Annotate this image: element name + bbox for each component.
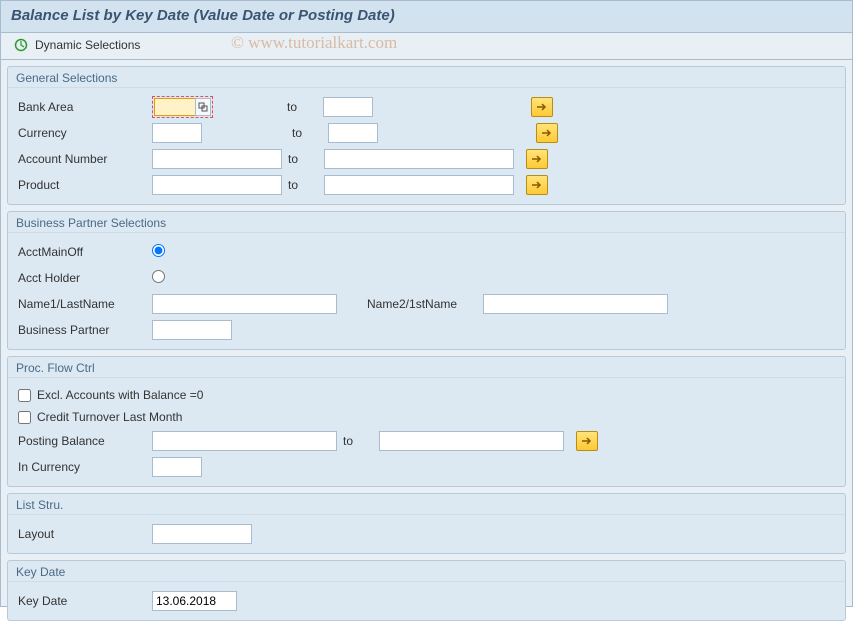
group-title: Proc. Flow Ctrl [8,357,845,377]
label-key-date: Key Date [16,594,146,608]
group-list-stru: List Stru. Layout [7,493,846,554]
posting-balance-from-input[interactable] [152,431,337,451]
acct-main-off-radio[interactable] [152,244,165,257]
layout-input[interactable] [152,524,252,544]
sap-window: © www.tutorialkart.com Balance List by K… [0,0,853,607]
product-to-input[interactable] [324,175,514,195]
to-label: to [292,126,322,140]
group-title: Business Partner Selections [8,212,845,232]
group-general-selections: General Selections Bank Area to [7,66,846,205]
multi-selection-button[interactable] [526,175,548,195]
group-title: Key Date [8,561,845,581]
group-business-partner: Business Partner Selections AcctMainOff … [7,211,846,350]
label-layout: Layout [16,527,146,541]
currency-from-input[interactable] [152,123,202,143]
dynamic-selections-icon[interactable] [13,37,29,53]
group-title: General Selections [8,67,845,87]
multi-selection-button[interactable] [526,149,548,169]
to-label: to [343,434,373,448]
acct-holder-radio[interactable] [152,270,165,283]
label-business-partner: Business Partner [16,323,146,337]
credit-turnover-checkbox[interactable] [18,411,31,424]
label-posting-balance: Posting Balance [16,434,146,448]
multi-selection-button[interactable] [536,123,558,143]
product-from-input[interactable] [152,175,282,195]
label-name1: Name1/LastName [16,297,146,311]
business-partner-input[interactable] [152,320,232,340]
multi-selection-button[interactable] [531,97,553,117]
label-product: Product [16,178,146,192]
label-excl-zero: Excl. Accounts with Balance =0 [37,388,203,402]
label-account-number: Account Number [16,152,146,166]
content: General Selections Bank Area to [1,60,852,633]
label-name2: Name2/1stName [367,297,477,311]
label-currency: Currency [16,126,146,140]
group-title: List Stru. [8,494,845,514]
title-bar: Balance List by Key Date (Value Date or … [1,1,852,33]
in-currency-input[interactable] [152,457,202,477]
label-in-currency: In Currency [16,460,146,474]
f4-help-button[interactable] [195,98,211,116]
group-key-date: Key Date Key Date [7,560,846,621]
group-proc-flow: Proc. Flow Ctrl Excl. Accounts with Bala… [7,356,846,487]
focus-indicator [152,96,213,118]
name2-input[interactable] [483,294,668,314]
bank-area-from-input[interactable] [154,98,196,116]
account-number-from-input[interactable] [152,149,282,169]
bank-area-to-input[interactable] [323,97,373,117]
multi-selection-button[interactable] [576,431,598,451]
name1-input[interactable] [152,294,337,314]
page-title: Balance List by Key Date (Value Date or … [11,7,842,24]
label-bank-area: Bank Area [16,100,146,114]
label-acct-main-off: AcctMainOff [16,245,146,259]
to-label: to [287,100,317,114]
dynamic-selections-label[interactable]: Dynamic Selections [35,38,140,52]
posting-balance-to-input[interactable] [379,431,564,451]
account-number-to-input[interactable] [324,149,514,169]
to-label: to [288,178,318,192]
to-label: to [288,152,318,166]
key-date-input[interactable] [152,591,237,611]
label-acct-holder: Acct Holder [16,271,146,285]
currency-to-input[interactable] [328,123,378,143]
toolbar: Dynamic Selections [1,33,852,60]
label-credit-turnover: Credit Turnover Last Month [37,410,182,424]
excl-zero-checkbox[interactable] [18,389,31,402]
